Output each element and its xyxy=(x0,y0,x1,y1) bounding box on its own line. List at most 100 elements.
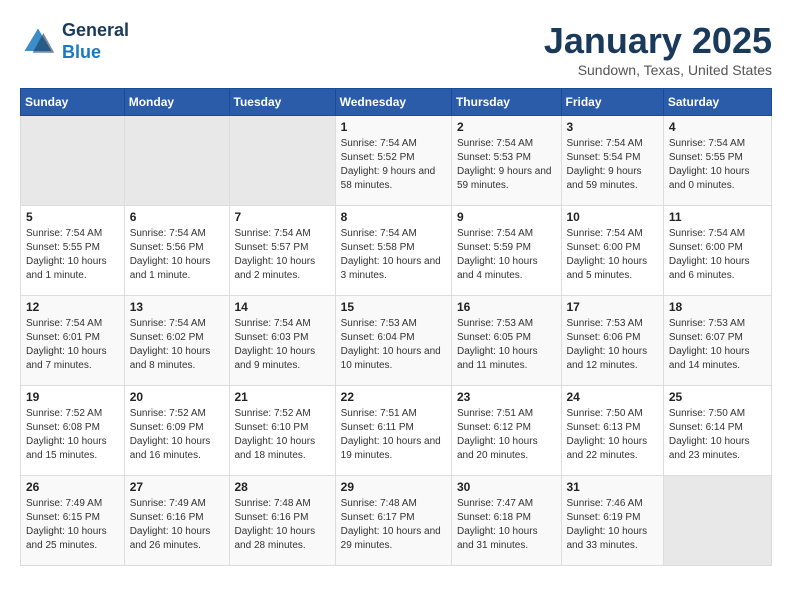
day-cell: 28 Sunrise: 7:48 AMSunset: 6:16 PMDaylig… xyxy=(229,476,335,566)
logo-icon xyxy=(20,24,56,60)
day-cell: 26 Sunrise: 7:49 AMSunset: 6:15 PMDaylig… xyxy=(21,476,125,566)
day-cell: 10 Sunrise: 7:54 AMSunset: 6:00 PMDaylig… xyxy=(561,206,663,296)
day-number: 20 xyxy=(130,390,224,404)
header-row: Sunday Monday Tuesday Wednesday Thursday… xyxy=(21,89,772,116)
day-info: Sunrise: 7:54 AMSunset: 5:55 PMDaylight:… xyxy=(669,137,766,193)
day-info: Sunrise: 7:53 AMSunset: 6:04 PMDaylight:… xyxy=(341,317,446,373)
day-number: 26 xyxy=(26,480,119,494)
day-info: Sunrise: 7:53 AMSunset: 6:07 PMDaylight:… xyxy=(669,317,766,373)
day-number: 23 xyxy=(457,390,556,404)
day-info: Sunrise: 7:54 AMSunset: 5:57 PMDaylight:… xyxy=(235,227,330,283)
day-info: Sunrise: 7:53 AMSunset: 6:05 PMDaylight:… xyxy=(457,317,556,373)
day-cell: 11 Sunrise: 7:54 AMSunset: 6:00 PMDaylig… xyxy=(663,206,771,296)
day-number: 14 xyxy=(235,300,330,314)
day-cell: 8 Sunrise: 7:54 AMSunset: 5:58 PMDayligh… xyxy=(335,206,451,296)
logo-text: General Blue xyxy=(62,20,129,63)
day-cell: 2 Sunrise: 7:54 AMSunset: 5:53 PMDayligh… xyxy=(451,116,561,206)
day-number: 3 xyxy=(567,120,658,134)
day-info: Sunrise: 7:48 AMSunset: 6:17 PMDaylight:… xyxy=(341,497,446,553)
col-sunday: Sunday xyxy=(21,89,125,116)
day-info: Sunrise: 7:48 AMSunset: 6:16 PMDaylight:… xyxy=(235,497,330,553)
day-info: Sunrise: 7:54 AMSunset: 6:00 PMDaylight:… xyxy=(669,227,766,283)
day-number: 25 xyxy=(669,390,766,404)
day-info: Sunrise: 7:54 AMSunset: 5:56 PMDaylight:… xyxy=(130,227,224,283)
day-number: 22 xyxy=(341,390,446,404)
day-info: Sunrise: 7:54 AMSunset: 5:53 PMDaylight:… xyxy=(457,137,556,193)
day-number: 19 xyxy=(26,390,119,404)
day-cell: 1 Sunrise: 7:54 AMSunset: 5:52 PMDayligh… xyxy=(335,116,451,206)
header: General Blue January 2025 Sundown, Texas… xyxy=(20,20,772,78)
week-row-1: 1 Sunrise: 7:54 AMSunset: 5:52 PMDayligh… xyxy=(21,116,772,206)
day-number: 15 xyxy=(341,300,446,314)
day-cell: 9 Sunrise: 7:54 AMSunset: 5:59 PMDayligh… xyxy=(451,206,561,296)
day-number: 28 xyxy=(235,480,330,494)
calendar-title: January 2025 xyxy=(544,20,772,62)
day-number: 8 xyxy=(341,210,446,224)
day-info: Sunrise: 7:53 AMSunset: 6:06 PMDaylight:… xyxy=(567,317,658,373)
day-cell: 20 Sunrise: 7:52 AMSunset: 6:09 PMDaylig… xyxy=(124,386,229,476)
day-number: 21 xyxy=(235,390,330,404)
calendar-subtitle: Sundown, Texas, United States xyxy=(544,62,772,78)
day-info: Sunrise: 7:49 AMSunset: 6:15 PMDaylight:… xyxy=(26,497,119,553)
day-cell: 12 Sunrise: 7:54 AMSunset: 6:01 PMDaylig… xyxy=(21,296,125,386)
day-number: 16 xyxy=(457,300,556,314)
day-cell: 30 Sunrise: 7:47 AMSunset: 6:18 PMDaylig… xyxy=(451,476,561,566)
day-number: 9 xyxy=(457,210,556,224)
day-number: 13 xyxy=(130,300,224,314)
day-info: Sunrise: 7:51 AMSunset: 6:12 PMDaylight:… xyxy=(457,407,556,463)
day-number: 1 xyxy=(341,120,446,134)
col-wednesday: Wednesday xyxy=(335,89,451,116)
day-number: 29 xyxy=(341,480,446,494)
title-area: January 2025 Sundown, Texas, United Stat… xyxy=(544,20,772,78)
day-cell: 13 Sunrise: 7:54 AMSunset: 6:02 PMDaylig… xyxy=(124,296,229,386)
day-cell: 27 Sunrise: 7:49 AMSunset: 6:16 PMDaylig… xyxy=(124,476,229,566)
day-info: Sunrise: 7:54 AMSunset: 5:58 PMDaylight:… xyxy=(341,227,446,283)
week-row-5: 26 Sunrise: 7:49 AMSunset: 6:15 PMDaylig… xyxy=(21,476,772,566)
calendar-table: Sunday Monday Tuesday Wednesday Thursday… xyxy=(20,88,772,566)
day-number: 30 xyxy=(457,480,556,494)
day-cell: 24 Sunrise: 7:50 AMSunset: 6:13 PMDaylig… xyxy=(561,386,663,476)
day-info: Sunrise: 7:54 AMSunset: 5:55 PMDaylight:… xyxy=(26,227,119,283)
day-cell: 14 Sunrise: 7:54 AMSunset: 6:03 PMDaylig… xyxy=(229,296,335,386)
day-cell xyxy=(21,116,125,206)
day-info: Sunrise: 7:49 AMSunset: 6:16 PMDaylight:… xyxy=(130,497,224,553)
day-number: 17 xyxy=(567,300,658,314)
day-info: Sunrise: 7:54 AMSunset: 5:52 PMDaylight:… xyxy=(341,137,446,193)
day-number: 11 xyxy=(669,210,766,224)
day-number: 7 xyxy=(235,210,330,224)
day-info: Sunrise: 7:54 AMSunset: 6:03 PMDaylight:… xyxy=(235,317,330,373)
day-cell: 29 Sunrise: 7:48 AMSunset: 6:17 PMDaylig… xyxy=(335,476,451,566)
day-number: 4 xyxy=(669,120,766,134)
day-info: Sunrise: 7:51 AMSunset: 6:11 PMDaylight:… xyxy=(341,407,446,463)
day-cell xyxy=(229,116,335,206)
day-number: 31 xyxy=(567,480,658,494)
day-cell xyxy=(663,476,771,566)
day-cell: 25 Sunrise: 7:50 AMSunset: 6:14 PMDaylig… xyxy=(663,386,771,476)
day-info: Sunrise: 7:50 AMSunset: 6:14 PMDaylight:… xyxy=(669,407,766,463)
week-row-2: 5 Sunrise: 7:54 AMSunset: 5:55 PMDayligh… xyxy=(21,206,772,296)
col-saturday: Saturday xyxy=(663,89,771,116)
day-info: Sunrise: 7:54 AMSunset: 5:59 PMDaylight:… xyxy=(457,227,556,283)
day-cell: 5 Sunrise: 7:54 AMSunset: 5:55 PMDayligh… xyxy=(21,206,125,296)
day-number: 2 xyxy=(457,120,556,134)
day-info: Sunrise: 7:47 AMSunset: 6:18 PMDaylight:… xyxy=(457,497,556,553)
week-row-4: 19 Sunrise: 7:52 AMSunset: 6:08 PMDaylig… xyxy=(21,386,772,476)
day-cell xyxy=(124,116,229,206)
day-number: 27 xyxy=(130,480,224,494)
week-row-3: 12 Sunrise: 7:54 AMSunset: 6:01 PMDaylig… xyxy=(21,296,772,386)
col-friday: Friday xyxy=(561,89,663,116)
day-info: Sunrise: 7:54 AMSunset: 6:01 PMDaylight:… xyxy=(26,317,119,373)
col-thursday: Thursday xyxy=(451,89,561,116)
day-cell: 6 Sunrise: 7:54 AMSunset: 5:56 PMDayligh… xyxy=(124,206,229,296)
day-number: 24 xyxy=(567,390,658,404)
col-tuesday: Tuesday xyxy=(229,89,335,116)
day-info: Sunrise: 7:52 AMSunset: 6:09 PMDaylight:… xyxy=(130,407,224,463)
day-info: Sunrise: 7:50 AMSunset: 6:13 PMDaylight:… xyxy=(567,407,658,463)
day-cell: 23 Sunrise: 7:51 AMSunset: 6:12 PMDaylig… xyxy=(451,386,561,476)
day-number: 6 xyxy=(130,210,224,224)
day-info: Sunrise: 7:52 AMSunset: 6:10 PMDaylight:… xyxy=(235,407,330,463)
day-number: 12 xyxy=(26,300,119,314)
day-cell: 18 Sunrise: 7:53 AMSunset: 6:07 PMDaylig… xyxy=(663,296,771,386)
day-cell: 15 Sunrise: 7:53 AMSunset: 6:04 PMDaylig… xyxy=(335,296,451,386)
day-cell: 21 Sunrise: 7:52 AMSunset: 6:10 PMDaylig… xyxy=(229,386,335,476)
